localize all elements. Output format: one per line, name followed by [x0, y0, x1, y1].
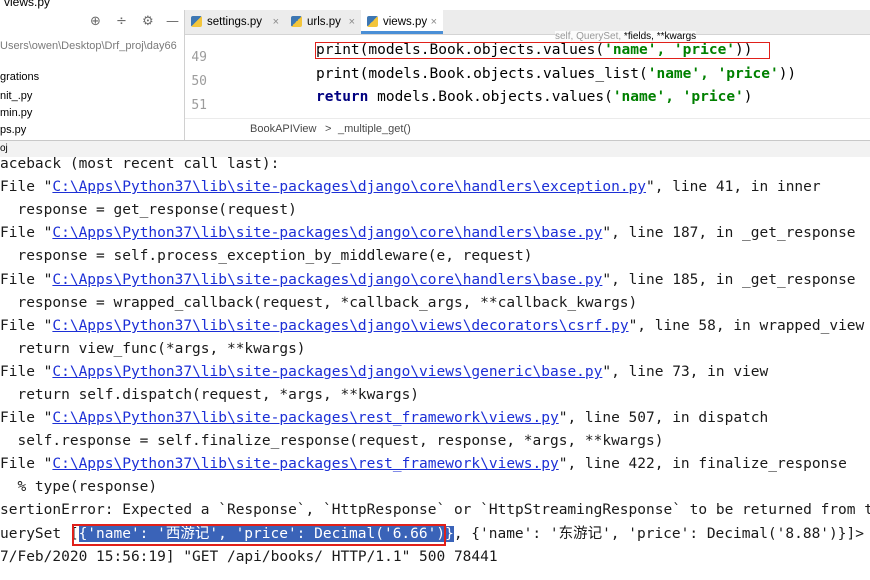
- file-link[interactable]: C:\Apps\Python37\lib\site-packages\djang…: [52, 364, 602, 380]
- line-number: 51: [191, 98, 207, 113]
- parameter-hint-popup: self, QuerySet, *fields, **kwargs: [555, 31, 697, 42]
- breadcrumb-method[interactable]: _multiple_get(): [338, 123, 411, 135]
- breadcrumb: BookAPIView > _multiple_get(): [185, 118, 870, 140]
- file-link[interactable]: C:\Apps\Python37\lib\site-packages\djang…: [52, 318, 628, 334]
- python-file-icon: [191, 16, 202, 27]
- selection-highlight-box: [72, 524, 446, 546]
- run-console-header: oj: [0, 140, 870, 158]
- breadcrumb-separator: >: [325, 123, 332, 135]
- console-error-line: sertionError: Expected a `Response`, `Ht…: [0, 502, 870, 518]
- tab-views[interactable]: views.py ×: [361, 10, 443, 34]
- close-icon[interactable]: ×: [431, 10, 437, 34]
- gear-icon[interactable]: ⚙: [142, 14, 154, 30]
- console-line: response = wrapped_callback(request, *ca…: [0, 295, 638, 311]
- file-link[interactable]: C:\Apps\Python37\lib\site-packages\rest_…: [52, 410, 558, 426]
- console-line: File "C:\Apps\Python37\lib\site-packages…: [0, 272, 856, 288]
- console-log-line: 7/Feb/2020 15:56:19] "GET /api/books/ HT…: [0, 549, 498, 565]
- highlight-box-line-49: [315, 42, 770, 59]
- run-console-title: oj: [0, 143, 8, 154]
- locate-icon[interactable]: ⊕: [90, 14, 101, 30]
- file-link[interactable]: C:\Apps\Python37\lib\site-packages\djang…: [52, 179, 646, 195]
- console-line: self.response = self.finalize_response(r…: [0, 433, 664, 449]
- tab-urls[interactable]: urls.py ×: [285, 10, 361, 34]
- tab-settings[interactable]: settings.py ×: [185, 10, 285, 34]
- console-line: File "C:\Apps\Python37\lib\site-packages…: [0, 179, 821, 195]
- console-line: return self.dispatch(request, *args, **k…: [0, 387, 420, 403]
- line-number-gutter: 49 50 51: [185, 35, 243, 123]
- close-icon[interactable]: ×: [273, 10, 279, 34]
- close-icon[interactable]: ×: [349, 10, 355, 34]
- code-line-51[interactable]: return models.Book.objects.values('name'…: [316, 89, 753, 105]
- console-line: % type(response): [0, 479, 158, 495]
- editor-tabs: settings.py × urls.py × views.py ×: [185, 10, 870, 35]
- project-item-apps[interactable]: ps.py: [0, 124, 26, 136]
- project-item-migrations[interactable]: grations: [0, 71, 39, 83]
- line-number: 50: [191, 74, 207, 89]
- console-line: response = get_response(request): [0, 202, 297, 218]
- project-root-path: Users\owen\Desktop\Drf_proj\day66: [0, 40, 177, 52]
- breadcrumb-class[interactable]: BookAPIView: [250, 123, 316, 135]
- code-line-50[interactable]: print(models.Book.objects.values_list('n…: [316, 66, 796, 82]
- project-item-init[interactable]: nit_.py: [0, 90, 32, 102]
- minimize-icon[interactable]: —: [166, 14, 179, 30]
- console-line: return view_func(*args, **kwargs): [0, 341, 306, 357]
- console-line: File "C:\Apps\Python37\lib\site-packages…: [0, 225, 856, 241]
- run-console-output[interactable]: aceback (most recent call last): File "C…: [0, 157, 870, 580]
- project-item-admin[interactable]: min.py: [0, 107, 32, 119]
- line-number: 49: [191, 50, 207, 65]
- console-line: response = self.process_exception_by_mid…: [0, 248, 533, 264]
- console-line: File "C:\Apps\Python37\lib\site-packages…: [0, 410, 769, 426]
- console-line: File "C:\Apps\Python37\lib\site-packages…: [0, 318, 865, 334]
- console-line: File "C:\Apps\Python37\lib\site-packages…: [0, 456, 847, 472]
- file-link[interactable]: C:\Apps\Python37\lib\site-packages\rest_…: [52, 456, 558, 472]
- python-file-icon: [367, 16, 378, 27]
- console-line: aceback (most recent call last):: [0, 157, 280, 172]
- window-title-bar: views.py: [0, 0, 185, 10]
- file-link[interactable]: C:\Apps\Python37\lib\site-packages\djang…: [52, 272, 602, 288]
- project-panel: ⊕ ÷ ⚙ — Users\owen\Desktop\Drf_proj\day6…: [0, 10, 185, 140]
- collapse-icon[interactable]: ÷: [116, 14, 127, 30]
- file-link[interactable]: C:\Apps\Python37\lib\site-packages\djang…: [52, 225, 602, 241]
- code-editor: settings.py × urls.py × views.py × self,…: [185, 10, 870, 140]
- console-line: File "C:\Apps\Python37\lib\site-packages…: [0, 364, 769, 380]
- python-file-icon: [291, 16, 302, 27]
- window-title: views.py: [4, 0, 51, 9]
